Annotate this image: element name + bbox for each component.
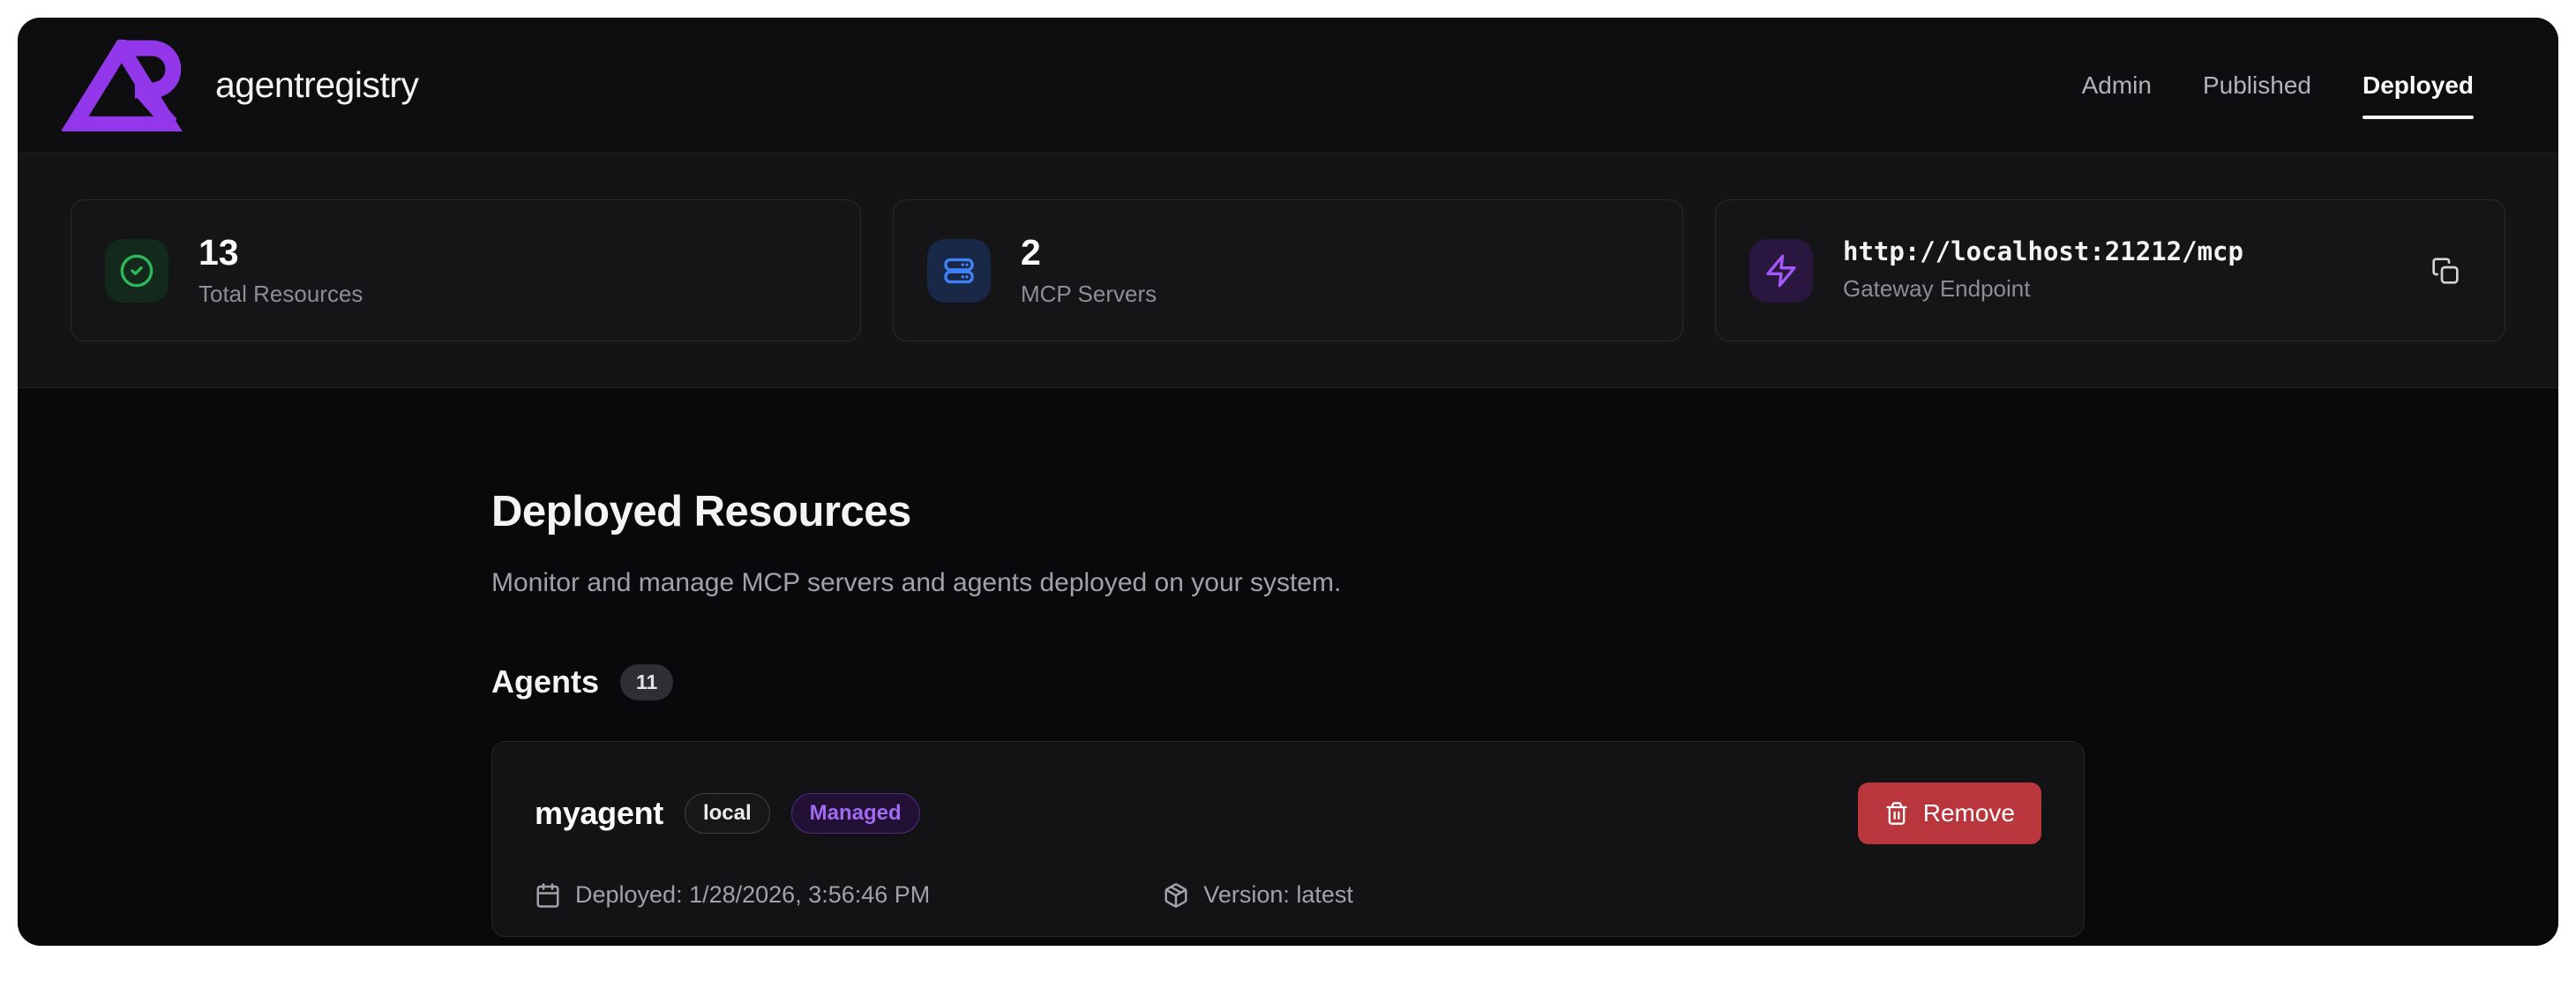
stat-card-gateway-endpoint: http://localhost:21212/mcp Gateway Endpo… (1715, 199, 2505, 341)
server-icon (927, 239, 991, 303)
agent-identity: myagent local Managed (535, 793, 920, 834)
package-icon (1163, 882, 1189, 909)
agent-badge-local: local (685, 793, 770, 834)
brand: agentregistry (62, 40, 419, 131)
agent-version: Version: latest (1163, 881, 1353, 909)
gateway-endpoint-url: http://localhost:21212/mcp (1843, 238, 2243, 266)
copy-icon (2431, 257, 2460, 285)
nav-item-deployed[interactable]: Deployed (2363, 71, 2474, 100)
stat-card-mcp-servers: 2 MCP Servers (893, 199, 1683, 341)
stat-text: 2 MCP Servers (1021, 233, 1157, 307)
trash-icon (1884, 801, 1909, 826)
agents-section-header: Agents 11 (491, 663, 2085, 700)
page-title: Deployed Resources (491, 487, 2085, 536)
zap-icon (1749, 239, 1813, 303)
agent-deployed-text: Deployed: 1/28/2026, 3:56:46 PM (575, 881, 930, 909)
content-container: Deployed Resources Monitor and manage MC… (491, 388, 2085, 937)
circle-check-icon (105, 239, 168, 303)
brand-name: agentregistry (215, 64, 419, 106)
stat-text: http://localhost:21212/mcp Gateway Endpo… (1843, 238, 2243, 303)
agent-card: myagent local Managed Remove (491, 741, 2085, 937)
agents-count-badge: 11 (620, 664, 673, 700)
agents-section-title: Agents (491, 663, 599, 700)
agent-badge-managed: Managed (791, 793, 920, 834)
stat-label-mcp-servers: MCP Servers (1021, 281, 1157, 308)
agent-name: myagent (535, 795, 663, 832)
nav-item-admin[interactable]: Admin (2082, 71, 2152, 100)
main-content: Deployed Resources Monitor and manage MC… (18, 388, 2558, 946)
calendar-icon (535, 882, 561, 909)
stat-value-total-resources: 13 (198, 233, 363, 273)
remove-button-label: Remove (1923, 799, 2015, 827)
app-window: agentregistry Admin Published Deployed 1… (18, 18, 2558, 946)
nav-item-published[interactable]: Published (2203, 71, 2311, 100)
app-logo-icon (62, 40, 196, 131)
agent-meta: Deployed: 1/28/2026, 3:56:46 PM Version:… (535, 881, 2041, 909)
agent-card-header: myagent local Managed Remove (535, 783, 2041, 844)
remove-button[interactable]: Remove (1858, 783, 2041, 844)
stats-bar: 13 Total Resources 2 MCP Servers (18, 154, 2558, 388)
stat-card-total-resources: 13 Total Resources (71, 199, 861, 341)
primary-nav: Admin Published Deployed (2082, 71, 2474, 100)
copy-button[interactable] (2420, 245, 2471, 296)
stat-value-mcp-servers: 2 (1021, 233, 1157, 273)
stat-text: 13 Total Resources (198, 233, 363, 307)
agent-version-text: Version: latest (1203, 881, 1353, 909)
top-nav: agentregistry Admin Published Deployed (18, 18, 2558, 154)
agent-deployed-date: Deployed: 1/28/2026, 3:56:46 PM (535, 881, 930, 909)
stat-label-gateway-endpoint: Gateway Endpoint (1843, 275, 2243, 303)
stat-label-total-resources: Total Resources (198, 281, 363, 308)
page-subtitle: Monitor and manage MCP servers and agent… (491, 568, 2085, 598)
